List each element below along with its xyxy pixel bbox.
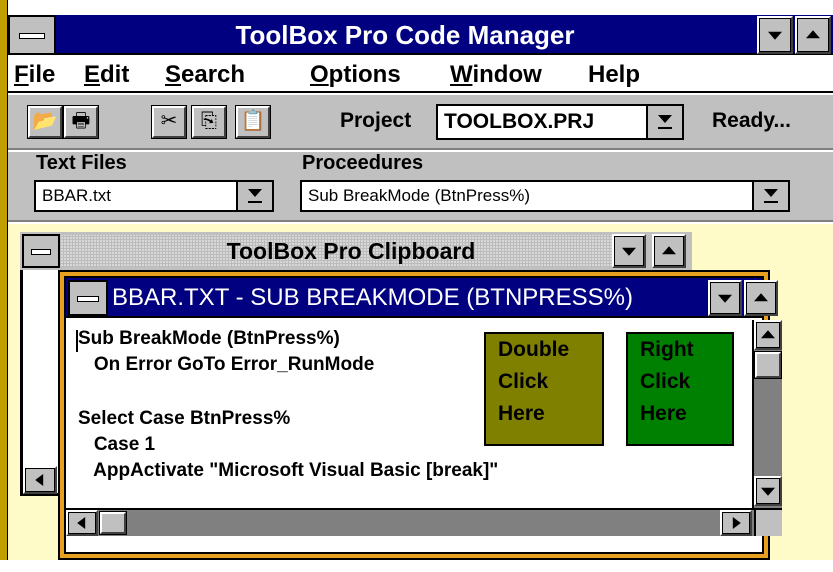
- chevron-down-icon: [768, 31, 782, 40]
- project-label: Project: [340, 109, 412, 132]
- cut-icon: ✂: [160, 110, 178, 132]
- editor-horizontal-scrollbar[interactable]: [66, 508, 754, 536]
- vertical-scroll-thumb[interactable]: [755, 352, 781, 378]
- editor-title: BBAR.TXT - SUB BREAKMODE (BTNPRESS%): [112, 284, 633, 311]
- printer-icon: 🖶: [71, 110, 91, 132]
- open-folder-icon: 📂: [32, 110, 58, 132]
- procedures-label: Proceedures: [302, 152, 424, 174]
- window-title: ToolBox Pro Code Manager: [235, 20, 575, 50]
- code-line: AppActivate "Microsoft Visual Basic [bre…: [78, 460, 499, 481]
- procedures-value: Sub BreakMode (BtnPress%): [308, 186, 531, 205]
- open-button[interactable]: 📂: [28, 106, 62, 138]
- dropdown-arrow-icon: [764, 189, 778, 203]
- menu-edit[interactable]: Edit: [84, 57, 129, 93]
- cut-button[interactable]: ✂: [152, 106, 186, 138]
- arrow-left-icon: [35, 474, 44, 486]
- editor-minimize-button[interactable]: [708, 280, 742, 316]
- clipboard-maximize-button[interactable]: [652, 234, 686, 268]
- scroll-down-button[interactable]: [754, 476, 782, 506]
- scroll-left-button[interactable]: [66, 510, 98, 536]
- chevron-up-icon: [806, 30, 820, 39]
- status-text: Ready...: [712, 109, 791, 132]
- arrow-right-icon: [732, 517, 741, 529]
- code-line: Sub BreakMode (BtnPress%): [78, 328, 340, 349]
- paste-button[interactable]: 📋: [236, 106, 270, 138]
- project-select[interactable]: TOOLBOX.PRJ: [436, 104, 684, 140]
- paste-icon: 📋: [240, 110, 266, 132]
- procedures-dropdown-button[interactable]: [752, 182, 788, 210]
- chevron-down-icon: [622, 247, 636, 256]
- toolbar: [8, 95, 833, 150]
- text-files-value: BBAR.txt: [42, 186, 111, 205]
- clipboard-minimize-button[interactable]: [612, 234, 646, 268]
- clipboard-system-menu-icon[interactable]: [22, 234, 60, 268]
- text-files-select[interactable]: BBAR.txt: [34, 180, 274, 212]
- menu-options[interactable]: Options: [310, 57, 401, 93]
- clipboard-scroll-left-button[interactable]: [23, 466, 57, 494]
- minimize-button[interactable]: [757, 16, 793, 54]
- chevron-up-icon: [754, 293, 768, 302]
- code-line: Select Case BtnPress%: [78, 408, 291, 429]
- double-click-here-button[interactable]: Double Click Here: [484, 332, 604, 446]
- horizontal-scroll-thumb[interactable]: [100, 512, 126, 534]
- dropdown-arrow-icon: [248, 189, 262, 203]
- code-line: Case 1: [78, 434, 156, 455]
- chevron-up-icon: [662, 246, 676, 255]
- text-files-label: Text Files: [36, 152, 127, 174]
- arrow-down-icon: [761, 487, 775, 496]
- dropdown-arrow-icon: [658, 115, 672, 129]
- scroll-right-button[interactable]: [720, 510, 752, 536]
- window-border: [0, 0, 8, 560]
- menu-file[interactable]: File: [14, 57, 55, 93]
- menu-bar: File Edit Search Options Window Help: [8, 57, 833, 93]
- system-menu-icon[interactable]: [8, 15, 56, 55]
- copy-icon: ⎘: [201, 110, 217, 132]
- project-select-value: TOOLBOX.PRJ: [444, 110, 595, 133]
- menu-help[interactable]: Help: [588, 57, 640, 93]
- menu-window[interactable]: Window: [450, 57, 542, 93]
- editor-maximize-button[interactable]: [744, 280, 778, 316]
- scroll-up-button[interactable]: [754, 320, 782, 350]
- arrow-up-icon: [761, 330, 775, 339]
- text-files-dropdown-button[interactable]: [236, 182, 272, 210]
- maximize-button[interactable]: [795, 16, 831, 54]
- code-line: On Error GoTo Error_RunMode: [78, 354, 375, 375]
- menu-search[interactable]: Search: [165, 57, 245, 93]
- project-dropdown-button[interactable]: [646, 106, 682, 138]
- arrow-left-icon: [77, 517, 86, 529]
- code-editor[interactable]: Sub BreakMode (BtnPress%) On Error GoTo …: [66, 320, 754, 508]
- right-click-here-button[interactable]: Right Click Here: [626, 332, 734, 446]
- clipboard-title: ToolBox Pro Clipboard: [226, 238, 476, 264]
- print-button[interactable]: 🖶: [64, 106, 98, 138]
- procedures-select[interactable]: Sub BreakMode (BtnPress%): [300, 180, 790, 212]
- copy-button[interactable]: ⎘: [192, 106, 226, 138]
- size-grip: [754, 508, 782, 536]
- editor-system-menu-icon[interactable]: [68, 280, 108, 316]
- chevron-down-icon: [718, 294, 732, 303]
